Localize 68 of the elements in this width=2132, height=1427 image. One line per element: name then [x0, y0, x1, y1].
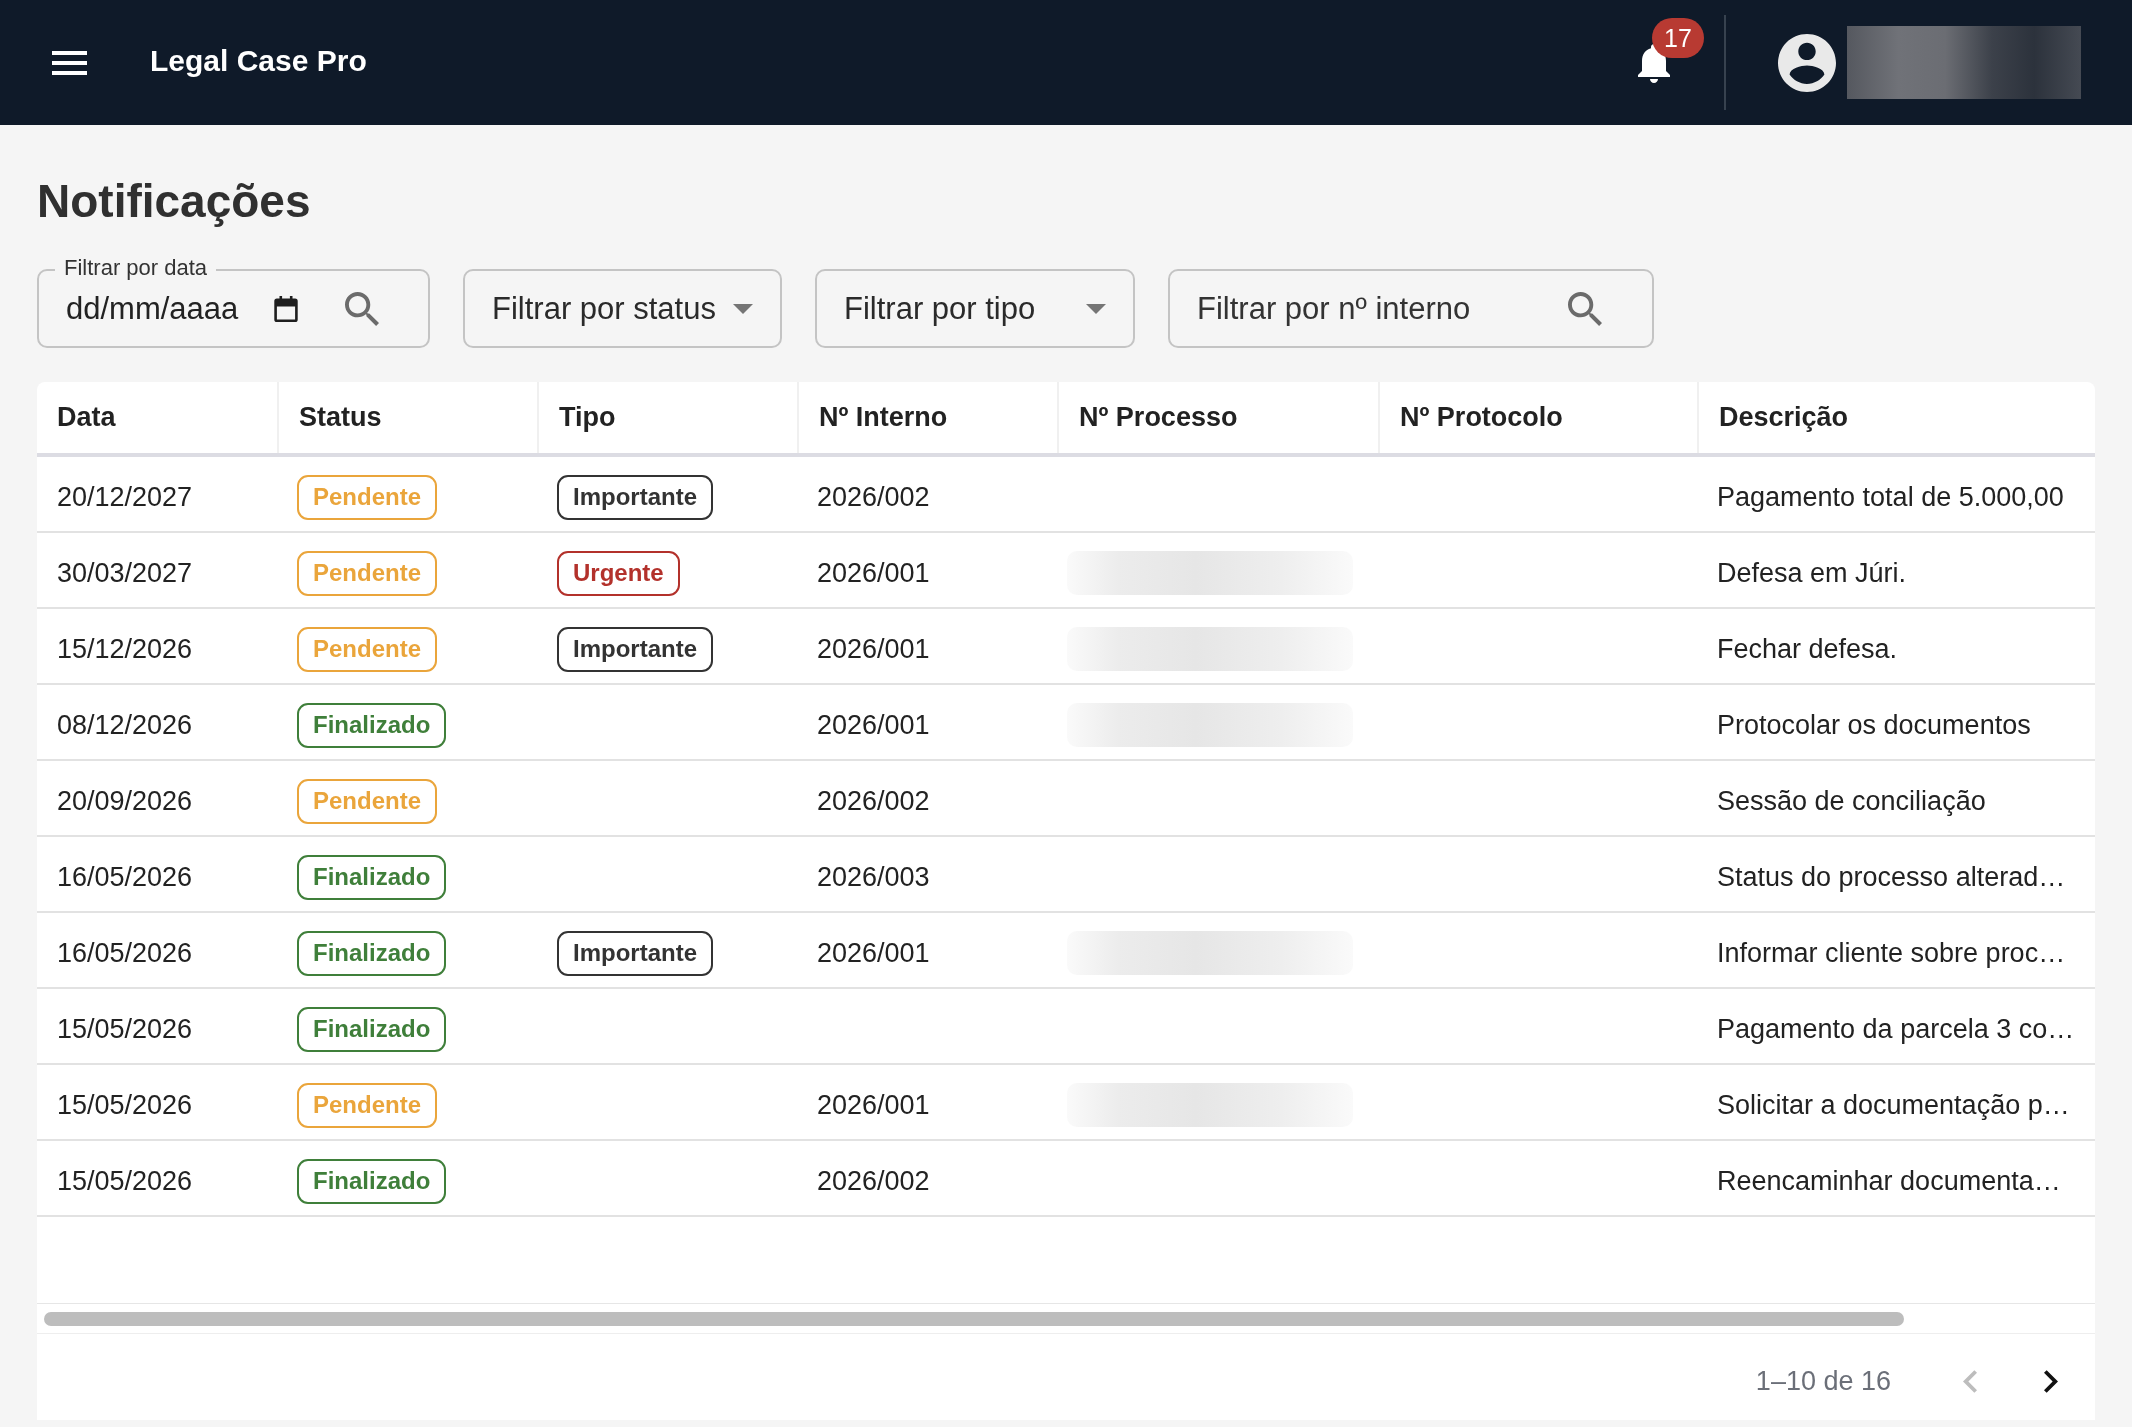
table-cell: 2026/003 [817, 861, 930, 893]
table-cell: 20/12/2027 [57, 481, 193, 513]
table-cell: Status do processo alterad… [1717, 861, 2066, 893]
table-cell: 15/05/2026 [57, 1013, 193, 1045]
chevron-left-icon [1963, 1369, 1977, 1393]
page-title: Notificações [37, 174, 312, 229]
table-cell: 2026/002 [817, 481, 930, 513]
column-header[interactable]: Status [299, 402, 382, 433]
field-label: Filtrar por data [55, 256, 217, 280]
search-field[interactable]: Filtrar por nº interno [1168, 269, 1654, 348]
table-cell: 30/03/2027 [57, 557, 193, 589]
table-cell: Informar cliente sobre proc… [1717, 937, 2066, 969]
table-cell: 2026/001 [817, 557, 930, 589]
table-cell: 15/12/2026 [57, 633, 193, 665]
account-button[interactable] [1778, 33, 1836, 92]
table-cell: 15/05/2026 [57, 1165, 193, 1197]
table-cell: 20/09/2026 [57, 785, 193, 817]
column-header[interactable]: Tipo [559, 402, 616, 433]
filter-dropdown[interactable]: Filtrar por tipo [815, 269, 1135, 348]
table-cell: Protocolar os documentos [1717, 709, 2031, 741]
table-cell: Pagamento total de 5.000,00 [1717, 481, 2064, 513]
status-chip: Pendente [297, 626, 438, 672]
table-cell: 2026/001 [817, 1089, 930, 1121]
column-header[interactable]: Nº Processo [1079, 402, 1238, 433]
calendar-icon[interactable] [274, 296, 298, 322]
app-title: Legal Case Pro [150, 44, 367, 78]
notification-badge: 17 [1652, 18, 1704, 58]
table-cell: 16/05/2026 [57, 937, 193, 969]
type-tag: Importante [557, 474, 713, 520]
search-icon[interactable] [345, 292, 379, 326]
table-cell: Solicitar a documentação p… [1717, 1089, 2070, 1121]
status-chip: Finalizado [297, 1158, 447, 1204]
table-cell: 16/05/2026 [57, 861, 193, 893]
column-header[interactable]: Descrição [1719, 402, 1849, 433]
status-chip: Finalizado [297, 930, 447, 976]
type-tag: Importante [557, 930, 713, 976]
table-cell: 08/12/2026 [57, 709, 193, 741]
table-cell: Reencaminhar documenta… [1717, 1165, 2061, 1197]
table-cell: Fechar defesa. [1717, 633, 1898, 665]
table-cell: 2026/001 [817, 709, 930, 741]
type-tag: Importante [557, 626, 713, 672]
table-cell: Sessão de conciliação [1717, 785, 1986, 817]
table-cell: Pagamento da parcela 3 co… [1717, 1013, 2075, 1045]
status-chip: Pendente [297, 474, 438, 520]
caret-icon [1086, 303, 1106, 314]
status-chip: Finalizado [297, 702, 447, 748]
column-header[interactable]: Nº Interno [819, 402, 948, 433]
caret-icon [733, 303, 753, 314]
status-chip: Pendente [297, 778, 438, 824]
table-cell: Defesa em Júri. [1717, 557, 1907, 589]
status-chip: Finalizado [297, 1006, 447, 1052]
status-chip: Finalizado [297, 854, 447, 900]
search-icon[interactable] [1568, 292, 1602, 326]
pagination-range: 1–10 de 16 [1755, 1365, 1891, 1397]
type-tag: Urgente [557, 550, 680, 596]
filter-dropdown[interactable]: Filtrar por status [463, 269, 782, 348]
status-chip: Pendente [297, 1082, 438, 1128]
menu-icon [52, 50, 87, 75]
table-cell: 2026/002 [817, 1165, 930, 1197]
account-icon [1778, 33, 1836, 92]
chevron-right-icon [2044, 1369, 2058, 1393]
table-cell: 2026/001 [817, 937, 930, 969]
table-cell: 2026/002 [817, 785, 930, 817]
status-chip: Pendente [297, 550, 438, 596]
table-cell: 2026/001 [817, 633, 930, 665]
column-header[interactable]: Nº Protocolo [1400, 402, 1563, 433]
table-cell: 15/05/2026 [57, 1089, 193, 1121]
column-header[interactable]: Data [57, 402, 116, 433]
